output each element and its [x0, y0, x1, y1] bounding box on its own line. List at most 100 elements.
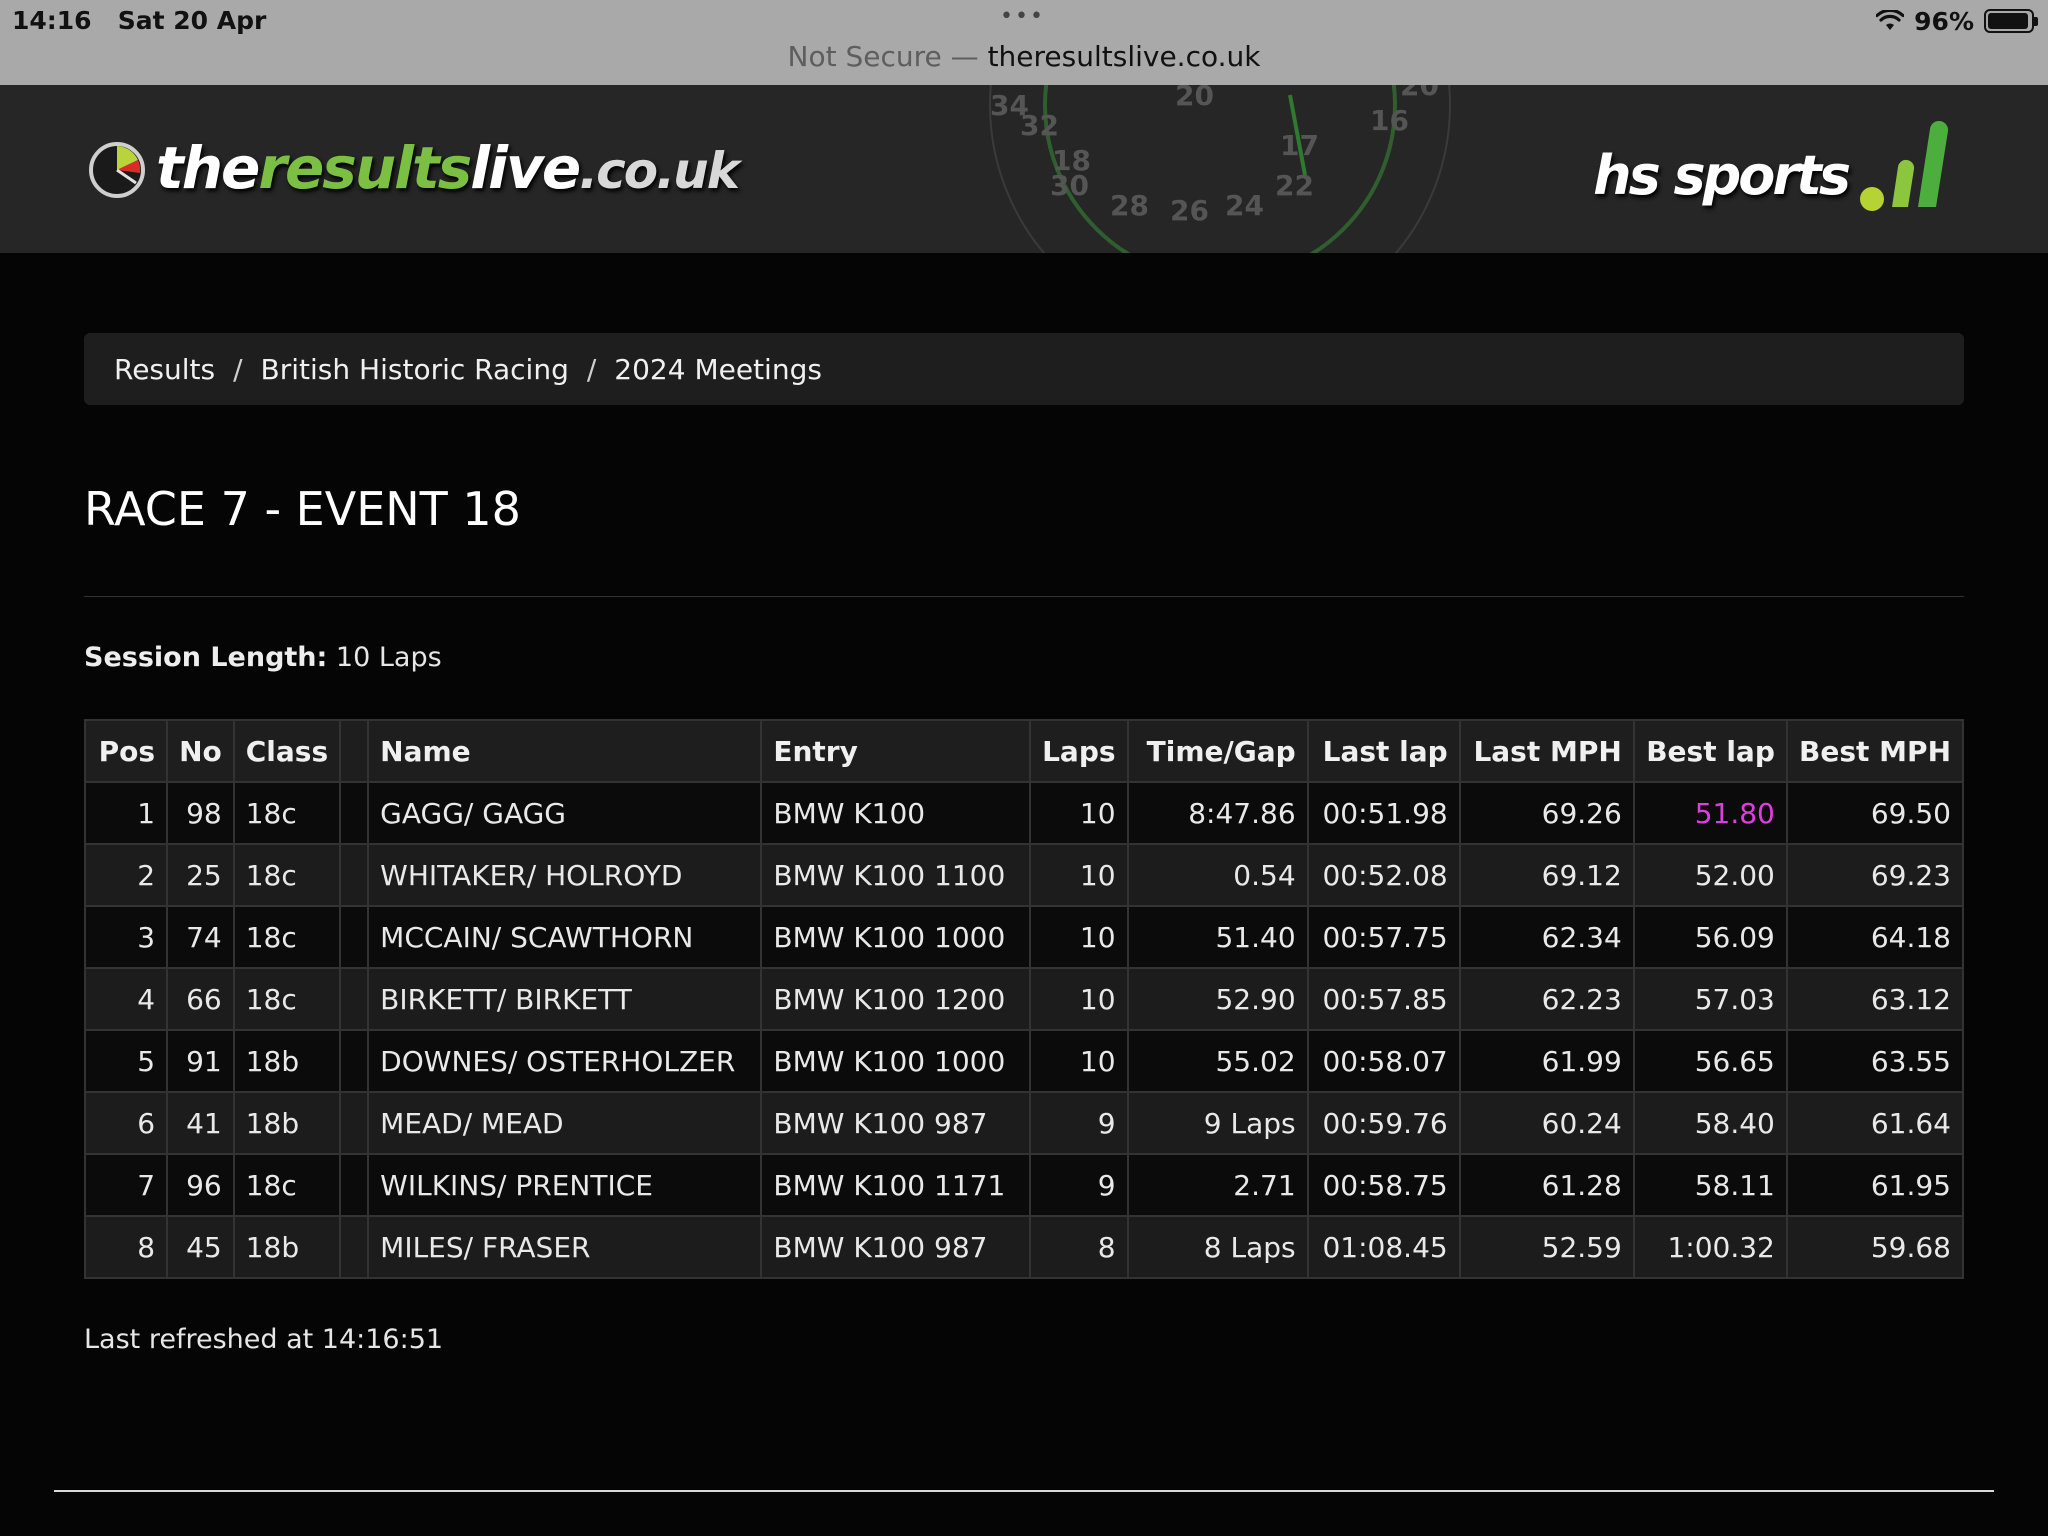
cell-time-gap: 55.02	[1126, 1029, 1309, 1093]
cell-last-lap: 00:58.75	[1306, 1153, 1461, 1217]
breadcrumb-separator: /	[233, 352, 243, 386]
column-header-laps: Laps	[1028, 719, 1129, 783]
hs-sports-bars-icon	[1860, 120, 1949, 211]
dial-label: 32	[1020, 109, 1059, 142]
cell-no: 45	[166, 1215, 235, 1279]
page-title: RACE 7 - EVENT 18	[84, 482, 521, 536]
stopwatch-dial-graphic: SEC20181716302826242220183432	[989, 85, 1451, 253]
cell-pos: 5	[83, 1029, 169, 1093]
battery-icon	[1984, 9, 2038, 33]
cell-laps: 10	[1028, 843, 1129, 907]
theresultslive-logo[interactable]: theresultslive.co.uk	[86, 123, 740, 213]
cell-entry: BMW K100 987	[760, 1091, 1031, 1155]
column-header-spacer	[339, 719, 370, 783]
cell-name: MEAD/ MEAD	[367, 1091, 763, 1155]
security-warning: Not Secure —	[787, 40, 979, 73]
dial-label: 28	[1110, 189, 1149, 222]
cell-time-gap: 9 Laps	[1126, 1091, 1309, 1155]
url-host[interactable]: theresultslive.co.uk	[988, 40, 1261, 73]
address-bar[interactable]: Not Secure — theresultslive.co.uk	[0, 40, 2048, 73]
cell-best-lap: 51.80	[1632, 781, 1788, 845]
dial-label: 30	[1050, 169, 1089, 202]
cell-time-gap: 8 Laps	[1126, 1215, 1309, 1279]
column-header-entry: Entry	[760, 719, 1031, 783]
cell-pos: 8	[83, 1215, 169, 1279]
battery-fill	[1988, 13, 2029, 29]
cell-spacer	[339, 1153, 370, 1217]
cell-laps: 8	[1028, 1215, 1129, 1279]
breadcrumb-british-historic-racing[interactable]: British Historic Racing	[261, 353, 569, 386]
breadcrumb-2024-meetings[interactable]: 2024 Meetings	[614, 353, 822, 386]
cell-best-mph: 59.68	[1785, 1215, 1965, 1279]
cell-no: 91	[166, 1029, 235, 1093]
cell-spacer	[339, 781, 370, 845]
dial-label: 26	[1170, 194, 1209, 227]
cell-spacer	[339, 1029, 370, 1093]
cell-entry: BMW K100 1000	[760, 1029, 1031, 1093]
cell-spacer	[339, 967, 370, 1031]
table-row: 5 91 18b DOWNES/ OSTERHOLZER BMW K100 1000 10…	[83, 1029, 1965, 1093]
cell-best-lap: 1:00.32	[1632, 1215, 1788, 1279]
cell-name: MCCAIN/ SCAWTHORN	[367, 905, 763, 969]
cell-no: 25	[166, 843, 235, 907]
dial-label: 22	[1275, 169, 1314, 202]
cell-last-mph: 61.28	[1458, 1153, 1635, 1217]
cell-best-mph: 63.55	[1785, 1029, 1965, 1093]
cell-pos: 3	[83, 905, 169, 969]
breadcrumb-results[interactable]: Results	[114, 353, 215, 386]
cell-pos: 1	[83, 781, 169, 845]
cell-best-mph: 61.64	[1785, 1091, 1965, 1155]
column-header-last-lap: Last lap	[1306, 719, 1461, 783]
cell-pos: 7	[83, 1153, 169, 1217]
cell-laps: 9	[1028, 1153, 1129, 1217]
cell-pos: 6	[83, 1091, 169, 1155]
status-time: 14:16 Sat 20 Apr	[12, 6, 266, 35]
browser-status-bar: 14:16 Sat 20 Apr ••• 96% Not Secure — th…	[0, 0, 2048, 85]
cell-laps: 10	[1028, 781, 1129, 845]
column-header-time-gap: Time/Gap	[1126, 719, 1309, 783]
cell-entry: BMW K100 1000	[760, 905, 1031, 969]
cell-last-lap: 00:58.07	[1306, 1029, 1461, 1093]
cell-best-mph: 63.12	[1785, 967, 1965, 1031]
battery-percent: 96%	[1914, 6, 1974, 36]
cell-best-mph: 64.18	[1785, 905, 1965, 969]
column-header-best-mph: Best MPH	[1785, 719, 1965, 783]
dial-label: 17	[1280, 129, 1319, 162]
cell-best-mph: 61.95	[1785, 1153, 1965, 1217]
cell-last-mph: 52.59	[1458, 1215, 1635, 1279]
cell-last-mph: 62.34	[1458, 905, 1635, 969]
column-header-best-lap: Best lap	[1632, 719, 1788, 783]
column-header-last-mph: Last MPH	[1458, 719, 1635, 783]
cell-spacer	[339, 1215, 370, 1279]
cell-entry: BMW K100 1200	[760, 967, 1031, 1031]
cell-last-mph: 69.26	[1458, 781, 1635, 845]
table-row: 3 74 18c MCCAIN/ SCAWTHORN BMW K100 1000 10 51…	[83, 905, 1965, 969]
breadcrumb-separator: /	[586, 352, 597, 386]
last-refreshed-text: Last refreshed at 14:16:51	[84, 1324, 444, 1355]
cell-pos: 2	[83, 843, 169, 907]
table-row: 8 45 18b MILES/ FRASER BMW K100 987 8 8 Laps 01…	[83, 1215, 1965, 1279]
clock: 14:16	[12, 6, 92, 35]
cell-best-lap: 58.40	[1632, 1091, 1788, 1155]
date: Sat 20 Apr	[117, 6, 267, 35]
cell-class: 18c	[232, 1153, 342, 1217]
cell-spacer	[339, 905, 370, 969]
more-dots-icon[interactable]: •••	[1000, 4, 1045, 29]
cell-last-lap: 00:51.98	[1306, 781, 1461, 845]
session-length: Session Length: 10 Laps	[84, 642, 442, 673]
cell-last-lap: 00:52.08	[1306, 843, 1461, 907]
cell-spacer	[339, 1091, 370, 1155]
cell-name: WILKINS/ PRENTICE	[367, 1153, 763, 1217]
cell-best-lap: 57.03	[1632, 967, 1788, 1031]
cell-best-lap: 56.65	[1632, 1029, 1788, 1093]
cell-laps: 10	[1028, 1029, 1129, 1093]
hs-sports-logo[interactable]: hs sports	[1593, 107, 1964, 217]
results-table: Pos No Class Name Entry Laps Time/Gap Last lap L…	[83, 719, 1965, 1279]
cell-no: 98	[166, 781, 235, 845]
site-header: SEC20181716302826242220183432 theresults…	[0, 85, 2048, 253]
cell-time-gap: 2.71	[1126, 1153, 1309, 1217]
footer-divider	[54, 1490, 1994, 1492]
cell-best-lap: 56.09	[1632, 905, 1788, 969]
column-header-no: No	[166, 719, 235, 783]
logo-wordmark: theresultslive.co.uk	[156, 134, 740, 202]
